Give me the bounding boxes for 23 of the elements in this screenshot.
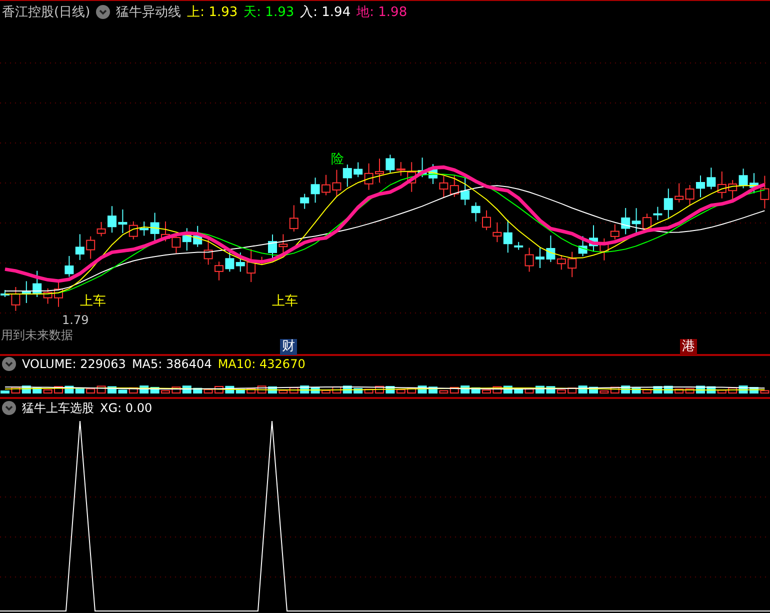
volume-value: MA10: 432670 [218, 357, 306, 372]
event-tag[interactable]: 财 [280, 338, 297, 355]
dropdown-button[interactable] [96, 4, 110, 19]
event-tag[interactable]: 港 [680, 338, 697, 355]
indicator-value: 地: 1.98 [356, 4, 408, 21]
indicator-value: 入: 1.94 [300, 4, 351, 21]
indicator-value: 上: 1.93 [187, 4, 238, 21]
low-price-label: 1.79 [62, 314, 89, 326]
warning-note: 用到未来数据 [1, 328, 73, 341]
dropdown-button[interactable] [2, 401, 16, 416]
volume-value: VOLUME: 229063 [22, 357, 126, 372]
signal-label: 上车 [272, 294, 298, 308]
indicator-value: 天: 1.93 [244, 4, 294, 21]
signal-label: 险 [331, 152, 344, 166]
signal-value: XG: 0.00 [100, 401, 152, 416]
signal-label: 上车 [80, 294, 106, 308]
chevron-down-icon [4, 359, 14, 370]
indicator-name: 猛牛异动线 [116, 4, 182, 21]
volume-value: MA5: 386404 [132, 357, 212, 372]
stock-title: 香江控股(日线) [2, 4, 90, 21]
dropdown-button[interactable] [2, 357, 16, 372]
chevron-down-icon [4, 403, 14, 414]
panel-title: 猛牛上车选股 [22, 400, 94, 417]
